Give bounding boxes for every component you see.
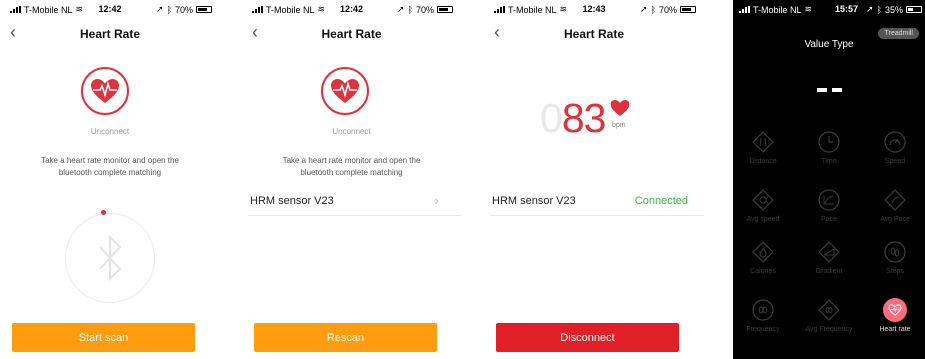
avg-frequency-icon <box>817 298 841 322</box>
bluetooth-status-icon: ᛒ <box>166 4 172 15</box>
value-type-pace[interactable]: Pace <box>799 188 859 223</box>
value-type-calories[interactable]: Calories <box>733 240 793 275</box>
location-icon: ➚ <box>397 4 405 14</box>
value-type-label: Avg speed <box>746 216 780 223</box>
value-type-label: Steps <box>886 268 904 275</box>
bluetooth-icon <box>99 234 122 282</box>
value-type-label: Gradient <box>815 268 843 275</box>
value-type-label: Speed <box>884 158 906 165</box>
signal-icon <box>739 6 750 13</box>
battery-percent: 70% <box>415 4 434 15</box>
battery-percent: 35% <box>884 4 903 15</box>
value-type-frequency[interactable]: Frequency <box>733 298 793 333</box>
scan-indicator-dot <box>101 210 106 215</box>
status-bar: T-Mobile NL ≋ 12:43 ➚ ᛒ 70% <box>484 2 704 16</box>
value-type-time[interactable]: Time <box>799 130 859 165</box>
value-placeholder <box>733 88 925 92</box>
page-title: Value Type <box>804 39 854 50</box>
value-type-label: Avg Frequency <box>805 326 853 333</box>
value-type-label: Frequency <box>746 326 780 333</box>
disconnect-button[interactable]: Disconnect <box>496 323 679 352</box>
value-type-label: Calories <box>750 268 776 275</box>
device-connection-status: Connected <box>634 195 688 207</box>
heart-rate-readout: 083 bpm <box>540 95 650 145</box>
device-name: HRM sensor V23 <box>250 195 334 207</box>
flame-icon <box>751 240 775 264</box>
bluetooth-status-icon: ᛒ <box>876 4 882 15</box>
bpm-leading-digit: 0 <box>540 95 563 141</box>
location-icon: ➚ <box>156 4 164 14</box>
heart-icon <box>610 100 630 116</box>
status-bar: T-Mobile NL ≋ 12:42 ➚ ᛒ 70% <box>0 2 220 16</box>
location-icon: ➚ <box>640 4 648 14</box>
battery-icon <box>906 6 922 13</box>
rescan-button[interactable]: Rescan <box>254 323 437 352</box>
value-type-label: Time <box>821 158 837 165</box>
value-type-heart-rate[interactable]: Heart rate <box>865 298 925 333</box>
gradient-icon <box>817 240 841 264</box>
instruction-line-2: bluetooth complete matching <box>58 168 162 177</box>
nav-bar: ‹ Heart Rate <box>242 22 461 44</box>
page-title: Heart Rate <box>563 27 625 41</box>
page-title: Heart Rate <box>79 27 141 41</box>
avg-speed-icon <box>751 188 775 212</box>
bpm-unit: bpm <box>612 122 626 129</box>
battery-percent: 70% <box>174 4 193 15</box>
value-type-gradient[interactable]: Gradient <box>799 240 859 275</box>
battery-icon <box>196 6 212 13</box>
instruction-line-1: Take a heart rate monitor and open the <box>282 156 421 165</box>
battery-icon <box>437 6 453 13</box>
treadmill-mode-button[interactable]: Treadmill <box>878 28 919 39</box>
distance-icon <box>751 130 775 154</box>
connection-state: Unconnect <box>90 127 130 136</box>
value-type-avg-speed[interactable]: Avg speed <box>733 188 793 223</box>
status-bar: T-Mobile NL ≋ 12:42 ➚ ᛒ 70% <box>242 2 461 16</box>
heart-rate-icon <box>883 298 907 322</box>
heart-monitor-icon <box>81 67 129 115</box>
value-type-distance[interactable]: Distance <box>733 130 793 165</box>
bpm-value: 83 <box>561 95 607 141</box>
nav-bar: ‹ Heart Rate <box>0 22 220 44</box>
screen-unconnected: T-Mobile NL ≋ 12:42 ➚ ᛒ 70% ‹ Heart Rate… <box>0 0 220 359</box>
bluetooth-scan-circle <box>65 213 155 303</box>
device-list-item[interactable]: HRM sensor V23 Connected <box>490 186 704 216</box>
screen-device-found: T-Mobile NL ≋ 12:42 ➚ ᛒ 70% ‹ Heart Rate… <box>242 0 461 359</box>
screen-value-type: T-Mobile NL ≋ 15:57 ➚ ᛒ 35% Treadmill Va… <box>733 0 925 359</box>
instruction-line-2: bluetooth complete matching <box>300 168 403 177</box>
battery-icon <box>680 6 696 13</box>
screen-connected: T-Mobile NL ≋ 12:43 ➚ ᛒ 70% ‹ Heart Rate… <box>484 0 704 359</box>
bluetooth-status-icon: ᛒ <box>650 4 656 15</box>
value-type-label: Heart rate <box>879 326 911 333</box>
nav-bar: ‹ Heart Rate <box>484 22 704 44</box>
avg-pace-icon <box>883 188 907 212</box>
frequency-icon <box>751 298 775 322</box>
value-type-avg-frequency[interactable]: Avg Frequency <box>799 298 859 333</box>
value-type-steps[interactable]: Steps <box>865 240 925 275</box>
device-list-item[interactable]: HRM sensor V23 › <box>248 186 461 216</box>
footsteps-icon <box>883 240 907 264</box>
chevron-right-icon: › <box>434 192 439 208</box>
page-title: Heart Rate <box>321 27 382 41</box>
heart-monitor-icon <box>321 67 369 115</box>
bluetooth-status-icon: ᛒ <box>407 4 413 15</box>
start-scan-button[interactable]: Start scan <box>12 323 195 352</box>
value-type-label: Pace <box>821 216 837 223</box>
status-bar: T-Mobile NL ≋ 15:57 ➚ ᛒ 35% <box>733 2 925 16</box>
battery-percent: 70% <box>658 4 677 15</box>
value-type-label: Distance <box>749 158 777 165</box>
location-icon: ➚ <box>866 4 874 14</box>
clock-icon <box>817 130 841 154</box>
pace-icon <box>817 188 841 212</box>
instruction-line-1: Take a heart rate monitor and open the <box>41 156 179 165</box>
value-type-label: Avg Pace <box>880 216 910 223</box>
device-name: HRM sensor V23 <box>492 195 576 207</box>
speedometer-icon <box>883 130 907 154</box>
value-type-speed[interactable]: Speed <box>865 130 925 165</box>
connection-state: Unconnect <box>332 127 371 136</box>
value-type-avg-pace[interactable]: Avg Pace <box>865 188 925 223</box>
